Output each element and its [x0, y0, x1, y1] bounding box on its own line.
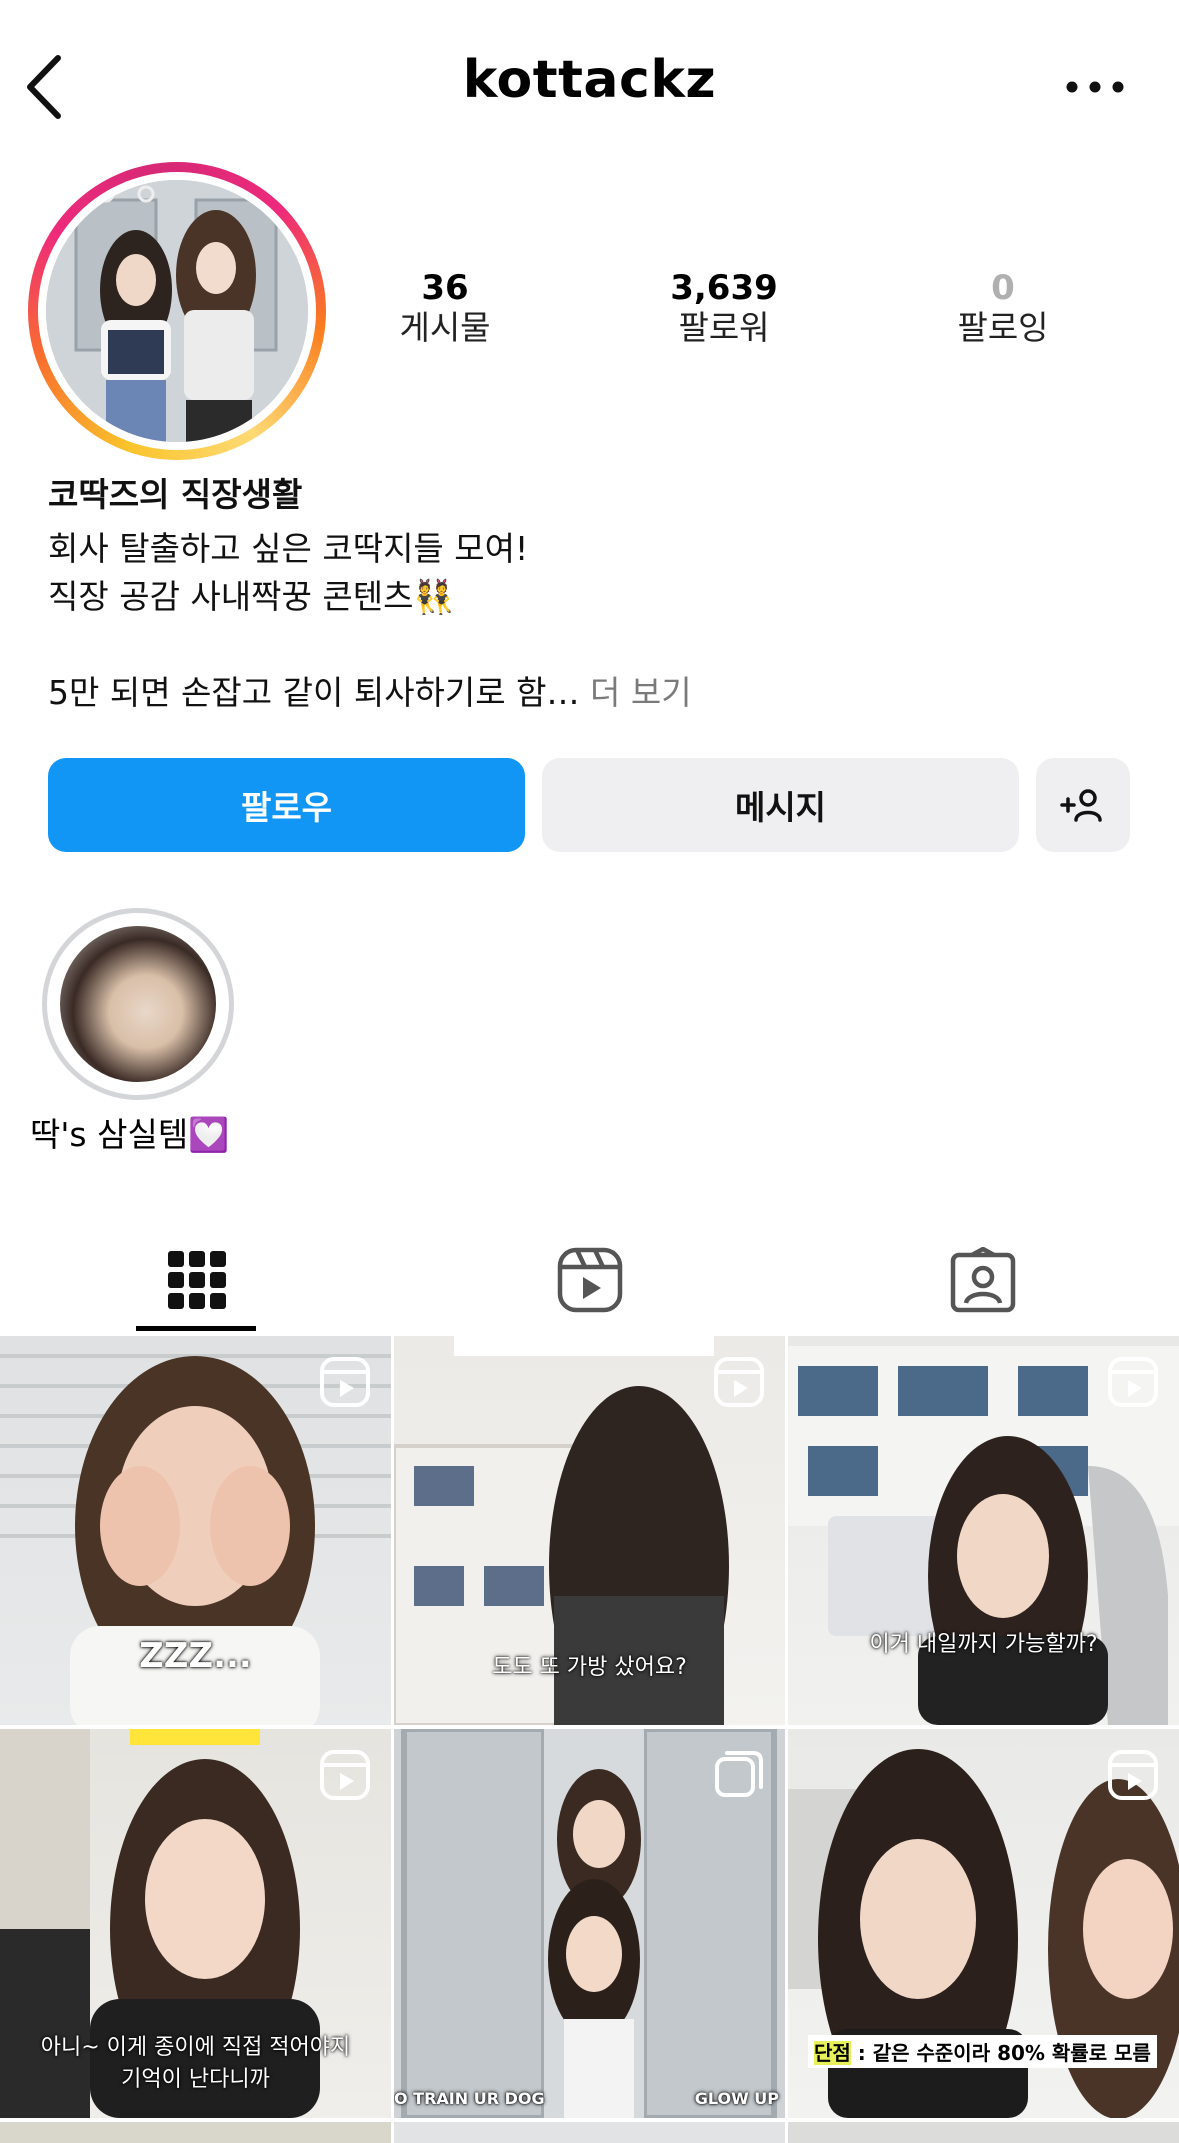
profile-display-name: 코딱즈의 직장생활	[48, 475, 303, 514]
reels-icon	[1108, 1357, 1158, 1407]
active-tab-indicator	[136, 1326, 256, 1331]
post-tile[interactable]	[394, 2122, 785, 2143]
highlight-label: 딱's 삼실템💟	[30, 1115, 230, 1154]
reels-icon	[320, 1357, 370, 1407]
profile-avatar[interactable]	[46, 180, 308, 442]
reels-icon	[557, 1247, 622, 1313]
post-caption-tag: 단점	[814, 2041, 851, 2065]
carousel-icon	[715, 1751, 763, 1797]
following-count[interactable]: 0 팔로잉	[893, 268, 1113, 348]
see-more-link[interactable]: 더 보기	[590, 673, 692, 712]
reels-icon	[320, 1750, 370, 1800]
tab-reels[interactable]	[393, 1230, 786, 1330]
bio-line: 5만 되면 손잡고 같이 퇴사하기로 함… 더 보기	[48, 670, 692, 716]
more-options-button[interactable]	[1060, 62, 1130, 112]
tagged-icon	[950, 1247, 1015, 1313]
bio-line: 회사 탈출하고 싶은 코딱지들 모여!	[48, 529, 529, 568]
post-caption: GLOW UP	[694, 2089, 779, 2108]
post-caption: 단점 : 같은 수준이라 80% 확률로 모름	[808, 2035, 1157, 2068]
more-horizontal-icon	[1066, 81, 1124, 93]
post-caption-text: : 같은 수준이라 80% 확률로 모름	[857, 2041, 1151, 2065]
reels-icon	[1108, 1750, 1158, 1800]
bio-line: 직장 공감 사내짝꿍 콘텐츠👯	[48, 577, 455, 616]
post-tile[interactable]: 단점 : 같은 수준이라 80% 확률로 모름	[788, 1729, 1179, 2118]
tab-grid[interactable]	[0, 1230, 393, 1330]
post-tile[interactable]: O TRAIN UR DOG GLOW UP	[394, 1729, 785, 2118]
grid-icon	[167, 1251, 226, 1309]
profile-username: kottackz	[462, 50, 717, 110]
post-caption: 기억이 난다니까	[121, 2067, 270, 2092]
post-caption: 도도 또 가방 샀어요?	[492, 1655, 687, 1680]
reels-icon	[714, 1357, 764, 1407]
post-tile[interactable]: 이거 내일까지 가능할까?	[788, 1336, 1179, 1725]
suggested-accounts-button[interactable]	[1036, 758, 1130, 852]
follow-button[interactable]: 팔로우	[48, 758, 525, 852]
highlight-thumbnail[interactable]	[60, 926, 216, 1082]
post-tile[interactable]: 아니~ 이게 종이에 직접 적어야지 기억이 난다니까	[0, 1729, 391, 2118]
post-tile[interactable]: ZZZ...	[0, 1336, 391, 1725]
post-caption: 이거 내일까지 가능할까?	[869, 1632, 1098, 1657]
post-tile[interactable]	[788, 2122, 1179, 2143]
posts-count[interactable]: 36 게시물	[335, 268, 555, 348]
post-tile[interactable]	[0, 2122, 391, 2143]
add-person-icon	[1060, 789, 1102, 822]
message-button[interactable]: 메시지	[542, 758, 1019, 852]
followers-count[interactable]: 3,639 팔로워	[614, 268, 834, 348]
post-caption: O TRAIN UR DOG	[394, 2089, 545, 2108]
post-caption: ZZZ...	[139, 1636, 252, 1676]
bio-line-text: 5만 되면 손잡고 같이 퇴사하기로 함…	[48, 673, 580, 712]
post-caption: 아니~ 이게 종이에 직접 적어야지	[40, 2035, 351, 2060]
tab-tagged[interactable]	[786, 1230, 1179, 1330]
post-tile[interactable]: 도도 또 가방 샀어요?	[394, 1336, 785, 1725]
